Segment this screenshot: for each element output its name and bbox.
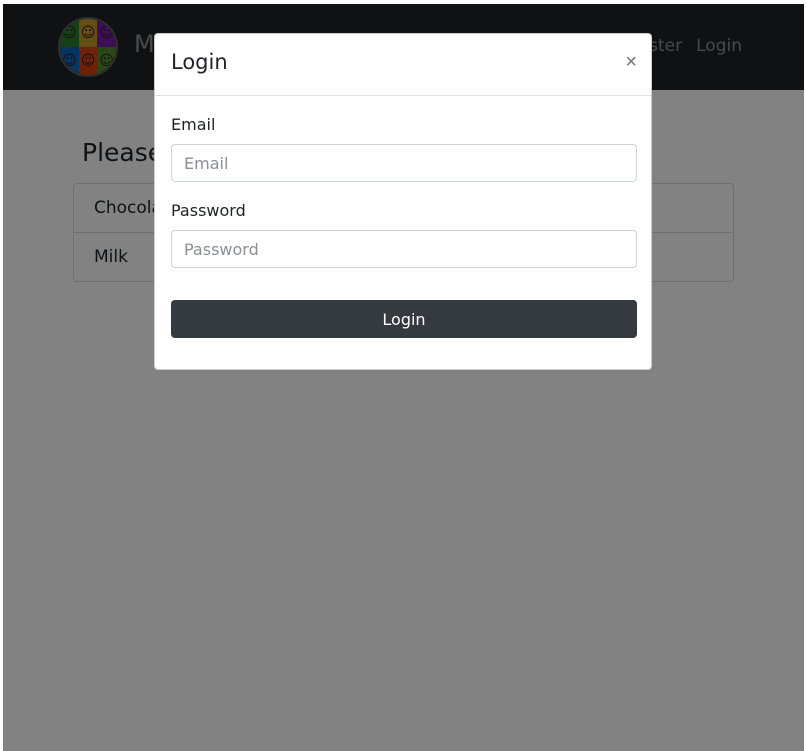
modal-title: Login: [171, 50, 228, 74]
modal-header: Login ×: [155, 34, 651, 96]
password-label: Password: [171, 201, 246, 220]
close-button[interactable]: ×: [625, 50, 637, 74]
login-button[interactable]: Login: [171, 300, 637, 338]
login-modal: Login × Email Password Login: [154, 33, 652, 370]
email-field[interactable]: [171, 144, 637, 182]
email-label: Email: [171, 115, 216, 134]
app-window: ☺ ☺ ☺ ☺ ☺ ☺ M Register Login Please Choc…: [3, 4, 804, 751]
password-field[interactable]: [171, 230, 637, 268]
